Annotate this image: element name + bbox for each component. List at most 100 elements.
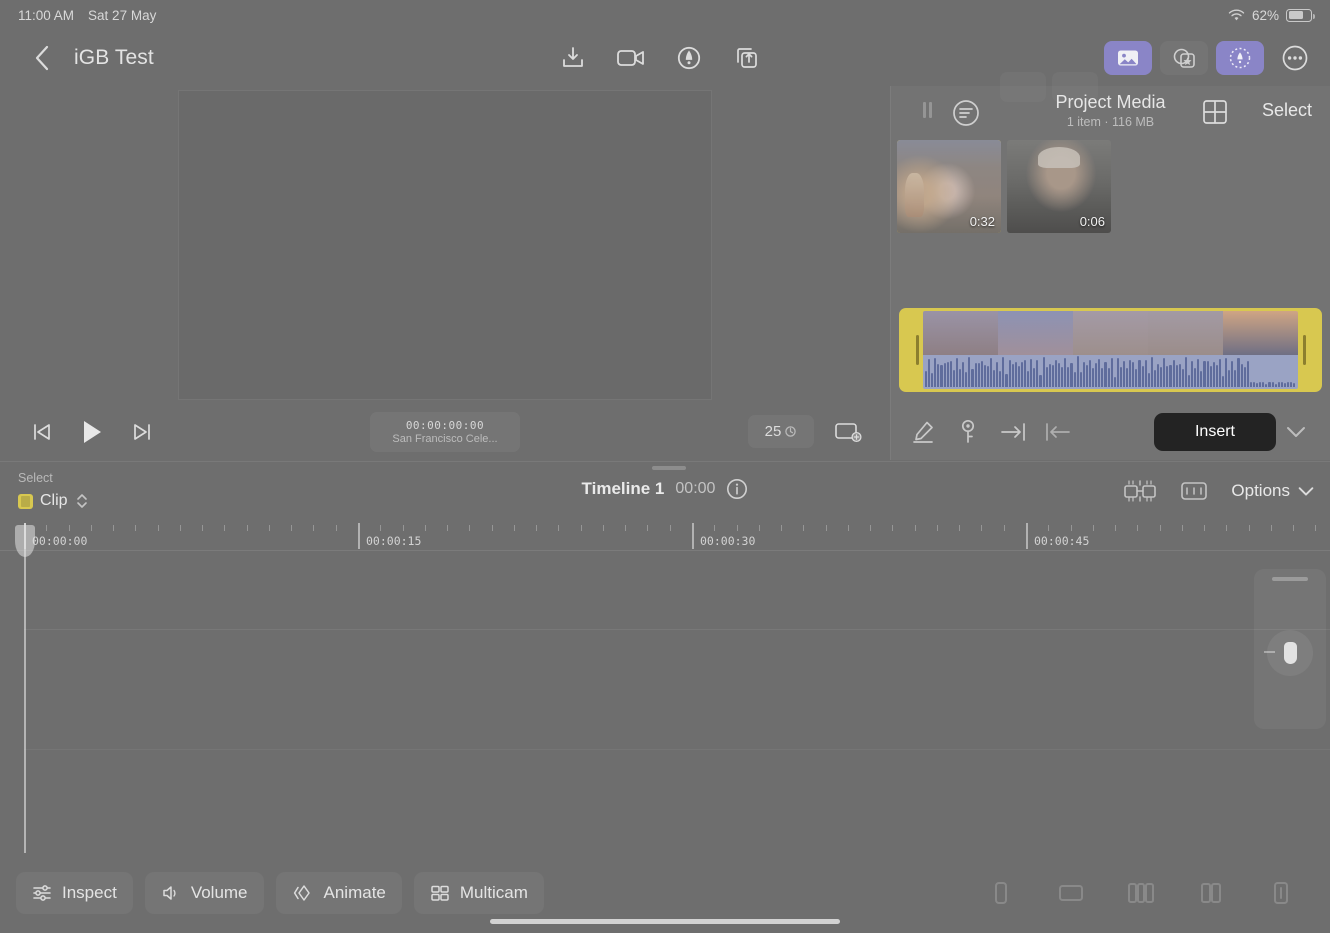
- skip-forward-icon[interactable]: [122, 412, 162, 452]
- thumbnail-duration: 0:32: [969, 214, 995, 229]
- ruler-tick: [202, 525, 204, 531]
- multicam-button[interactable]: Multicam: [413, 871, 544, 914]
- clip-name-label: San Francisco Cele...: [392, 433, 498, 445]
- grid-view-icon[interactable]: [1202, 99, 1230, 127]
- ruler-tick: [1003, 525, 1005, 531]
- ruler-tick: [313, 525, 315, 531]
- pause-icon[interactable]: [923, 102, 933, 118]
- chevron-down-icon[interactable]: [1276, 414, 1316, 450]
- zoom-knob[interactable]: [1267, 630, 1313, 676]
- frame-tool-icon[interactable]: [1056, 876, 1086, 910]
- preview-canvas[interactable]: [179, 91, 711, 399]
- media-library-button[interactable]: [1104, 41, 1152, 75]
- media-tool-row: Insert: [891, 404, 1330, 460]
- ruler-tick: [424, 525, 426, 531]
- top-navigation-bar: iGB Test: [0, 30, 1330, 86]
- timeline-ruler[interactable]: 00:00:00 00:00:15 00:00:30 00:00:45: [0, 523, 1330, 551]
- more-options-button[interactable]: [1278, 41, 1312, 75]
- volume-label: Volume: [190, 882, 248, 902]
- top-nav-right-tools: [1104, 30, 1312, 86]
- panel-tool-icon[interactable]: [1196, 876, 1226, 910]
- record-video-icon[interactable]: [614, 41, 648, 75]
- ruler-tick: [1315, 525, 1317, 531]
- volume-button[interactable]: Volume: [144, 871, 264, 914]
- track-divider: [24, 629, 1330, 630]
- ruler-label: 00:00:30: [700, 534, 756, 548]
- status-time: 11:00 AM: [18, 7, 75, 23]
- chevron-left-icon[interactable]: [28, 44, 56, 72]
- inspect-label: Inspect: [62, 882, 117, 902]
- audio-waveform: [923, 354, 1298, 389]
- info-circle-icon[interactable]: [726, 478, 748, 500]
- trim-handle-right[interactable]: [1298, 311, 1310, 389]
- ruler-tick: [892, 525, 894, 531]
- split-tool-icon[interactable]: [1126, 876, 1156, 910]
- ruler-tick: [1115, 525, 1117, 531]
- animate-label: Animate: [323, 882, 386, 902]
- insert-button[interactable]: Insert: [1154, 413, 1276, 451]
- battery-percent: 62%: [1251, 7, 1279, 23]
- drag-handle-icon[interactable]: [1272, 577, 1308, 581]
- source-filmstrip[interactable]: [899, 308, 1322, 392]
- ruler-tick: [447, 525, 449, 531]
- filmstrip-content: [923, 311, 1298, 389]
- frame-rate-indicator[interactable]: 25: [748, 415, 814, 448]
- timeline-name: Timeline 1: [581, 479, 665, 498]
- aspect-ratio-icon[interactable]: [828, 416, 868, 448]
- ruler-major-tick: [1026, 523, 1028, 549]
- options-button[interactable]: Options: [1231, 481, 1314, 501]
- ruler-tick: [402, 525, 404, 531]
- ruler-major-tick: [358, 523, 360, 549]
- home-indicator: [490, 919, 840, 924]
- ruler-tick: [1159, 525, 1161, 531]
- play-icon[interactable]: [72, 412, 112, 452]
- ruler-tick: [736, 525, 738, 531]
- timeline-tracks-area[interactable]: [0, 551, 1330, 851]
- effects-button[interactable]: [1160, 41, 1208, 75]
- bottom-right-tools: [986, 876, 1296, 910]
- zoom-thumb: [1283, 642, 1297, 664]
- duplicate-tool-icon[interactable]: [1266, 876, 1296, 910]
- chevron-down-icon: [1298, 486, 1314, 497]
- timecode-display[interactable]: 00:00:00:00 San Francisco Cele...: [370, 412, 520, 452]
- panel-resize-grabber[interactable]: [652, 466, 686, 470]
- ruler-tick: [513, 525, 515, 531]
- filter-list-icon[interactable]: [951, 98, 981, 128]
- inspect-button[interactable]: Inspect: [16, 871, 133, 914]
- frame-rate-value: 25: [764, 423, 782, 440]
- skip-backward-icon[interactable]: [22, 412, 62, 452]
- color-adjust-button[interactable]: [1216, 41, 1264, 75]
- ruler-tick: [625, 525, 627, 531]
- crop-tool-icon[interactable]: [986, 876, 1016, 910]
- ruler-tick: [1181, 525, 1183, 531]
- transition-icon[interactable]: [1123, 474, 1157, 508]
- grid-multicam-icon: [430, 884, 450, 902]
- ruler-tick: [602, 525, 604, 531]
- transport-controls: 00:00:00:00 San Francisco Cele... 25: [0, 404, 890, 460]
- media-select-button[interactable]: Select: [1262, 100, 1312, 121]
- ruler-tick: [491, 525, 493, 531]
- trim-handle-left[interactable]: [911, 311, 923, 389]
- ruler-tick: [914, 525, 916, 531]
- ruler-tick: [647, 525, 649, 531]
- trim-to-start-icon[interactable]: [1040, 414, 1076, 450]
- timeline-zoom-slider[interactable]: [1254, 569, 1326, 729]
- media-thumbnail-2[interactable]: 0:06: [1007, 140, 1111, 233]
- ruler-tick: [90, 525, 92, 531]
- markup-pencil-icon[interactable]: [905, 414, 941, 450]
- ruler-tick: [936, 525, 938, 531]
- trim-to-end-icon[interactable]: [995, 414, 1031, 450]
- ruler-tick: [959, 525, 961, 531]
- status-date: Sat 27 May: [88, 7, 157, 23]
- video-preview-area[interactable]: [0, 86, 890, 404]
- clip-settings-icon[interactable]: [1177, 474, 1211, 508]
- share-export-icon[interactable]: [730, 41, 764, 75]
- keyframe-icon[interactable]: [950, 414, 986, 450]
- ruler-tick: [580, 525, 582, 531]
- import-icon[interactable]: [556, 41, 590, 75]
- magic-wand-icon[interactable]: [672, 41, 706, 75]
- media-thumbnail-1[interactable]: 0:32: [897, 140, 1001, 233]
- animate-button[interactable]: Animate: [275, 871, 402, 914]
- timeline-header-tools: Options: [1123, 474, 1314, 508]
- ruler-label: 00:00:45: [1034, 534, 1090, 548]
